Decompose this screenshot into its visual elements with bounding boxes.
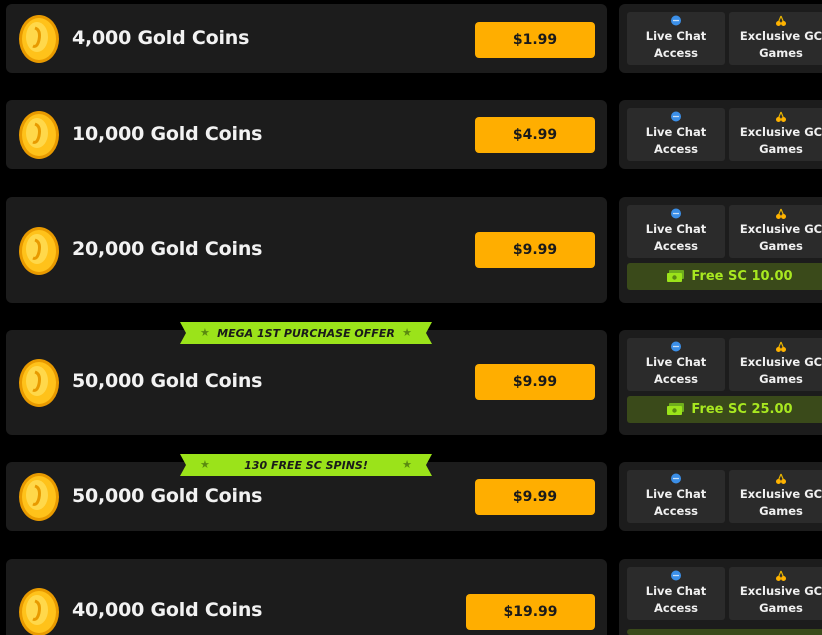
package-title: 50,000 Gold Coins [72,485,263,507]
perk-label: Live Chat Access [645,222,707,253]
star-icon: ★ [200,458,210,471]
package-title: 4,000 Gold Coins [72,27,250,49]
free-sc-label: Free SC 25.00 [691,402,793,417]
chat-bubble-icon [670,473,682,485]
perk-label: Live Chat Access [645,487,707,518]
perks-panel: Live Chat Access Exclusive GC Games [619,100,822,169]
perk-label: Live Chat Access [645,29,707,60]
package-title: 10,000 Gold Coins [72,123,263,145]
coin-icon [18,14,60,64]
cherries-icon [775,341,787,353]
package-row: 10,000 Gold Coins $4.99 Live Chat Access … [0,100,822,169]
perk-label: Exclusive GC Games [739,125,822,156]
perk-label: Exclusive GC Games [739,29,822,60]
chat-bubble-icon [670,208,682,220]
buy-button[interactable]: $19.99 [466,594,595,630]
perk-live-chat: Live Chat Access [627,12,725,65]
package-row: 20,000 Gold Coins $9.99 Live Chat Access … [0,197,822,303]
perks-panel: Live Chat Access Exclusive GC Games [619,462,822,531]
perk-live-chat: Live Chat Access [627,567,725,620]
offer-ribbon: ★ 130 FREE SC SPINS! ★ [180,454,432,476]
cash-icon [667,403,685,415]
perk-label: Exclusive GC Games [739,487,822,518]
coin-icon [18,226,60,276]
perk-exclusive-games: Exclusive GC Games [729,338,822,391]
perks-panel: Live Chat Access Exclusive GC Games [619,4,822,73]
star-icon: ★ [402,326,412,339]
chat-bubble-icon [670,111,682,123]
perk-exclusive-games: Exclusive GC Games [729,567,822,620]
perk-label: Live Chat Access [645,125,707,156]
perk-exclusive-games: Exclusive GC Games [729,12,822,65]
offer-ribbon: ★ MEGA 1ST PURCHASE OFFER ★ [180,322,432,344]
free-sc-label: Free SC 10.00 [691,269,793,284]
ribbon-label: 130 FREE SC SPINS! [244,458,368,472]
perk-live-chat: Live Chat Access [627,338,725,391]
perk-label: Exclusive GC Games [739,355,822,386]
coin-icon [18,587,60,635]
chat-bubble-icon [670,15,682,27]
buy-button[interactable]: $9.99 [475,479,595,515]
perks-panel: Live Chat Access Exclusive GC Games Free S… [619,197,822,303]
buy-button[interactable]: $9.99 [475,232,595,268]
cherries-icon [775,473,787,485]
coin-icon [18,110,60,160]
cash-icon [667,270,685,282]
package-card: 40,000 Gold Coins $19.99 [6,559,607,635]
perk-label: Live Chat Access [645,355,707,386]
cherries-icon [775,111,787,123]
cherries-icon [775,570,787,582]
package-title: 20,000 Gold Coins [72,238,263,260]
coin-icon [18,358,60,408]
cherries-icon [775,208,787,220]
free-sc-bonus: Free SC 10.00 [627,263,822,290]
package-title: 40,000 Gold Coins [72,599,263,621]
chat-bubble-icon [670,341,682,353]
star-icon: ★ [402,458,412,471]
package-card: 20,000 Gold Coins $9.99 [6,197,607,303]
perk-exclusive-games: Exclusive GC Games [729,205,822,258]
package-card: 10,000 Gold Coins $4.99 [6,100,607,169]
coin-icon [18,472,60,522]
perk-live-chat: Live Chat Access [627,470,725,523]
perk-live-chat: Live Chat Access [627,108,725,161]
ribbon-label: MEGA 1ST PURCHASE OFFER [217,326,395,340]
package-title: 50,000 Gold Coins [72,370,263,392]
perk-label: Live Chat Access [645,584,707,615]
package-row: 4,000 Gold Coins $1.99 Live Chat Access E… [0,4,822,73]
buy-button[interactable]: $4.99 [475,117,595,153]
buy-button[interactable]: $9.99 [475,364,595,400]
chat-bubble-icon [670,570,682,582]
perk-exclusive-games: Exclusive GC Games [729,108,822,161]
perk-live-chat: Live Chat Access [627,205,725,258]
perk-exclusive-games: Exclusive GC Games [729,470,822,523]
package-row: 50,000 Gold Coins $9.99 Live Chat Access … [0,330,822,435]
buy-button[interactable]: $1.99 [475,22,595,58]
package-card: 50,000 Gold Coins $9.99 [6,330,607,435]
package-card: 4,000 Gold Coins $1.99 [6,4,607,73]
perks-panel: Live Chat Access Exclusive GC Games Free S… [619,330,822,435]
free-sc-bonus [627,629,822,635]
perk-label: Exclusive GC Games [739,222,822,253]
free-sc-bonus: Free SC 25.00 [627,396,822,423]
package-row: 40,000 Gold Coins $19.99 Live Chat Access… [0,559,822,635]
perks-panel: Live Chat Access Exclusive GC Games [619,559,822,635]
star-icon: ★ [200,326,210,339]
perk-label: Exclusive GC Games [739,584,822,615]
cherries-icon [775,15,787,27]
